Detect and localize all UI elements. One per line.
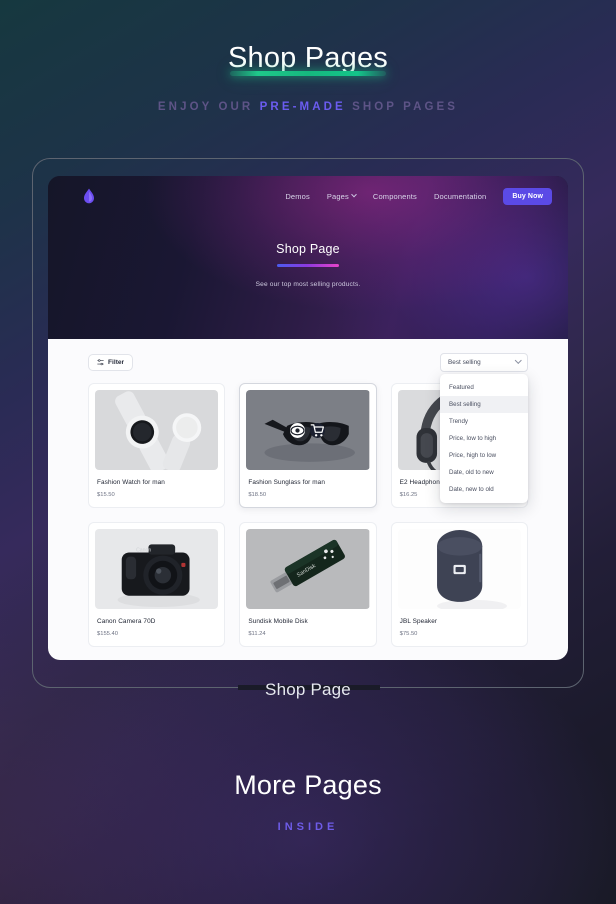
- subtitle-post: SHOP PAGES: [352, 101, 459, 113]
- title-underline-accent: [229, 71, 386, 76]
- product-image-camera: Canon: [95, 529, 219, 609]
- sort-select-wrap: Best selling Featured Best selling Trend…: [440, 352, 528, 503]
- product-image-usb-drive: SanDisk: [246, 529, 370, 609]
- product-card[interactable]: SanDisk Sundisk Mobile Disk $11.24: [239, 522, 377, 647]
- more-pages-title: More Pages: [234, 770, 382, 800]
- product-card[interactable]: Fashion Sunglass for man $18.50: [239, 383, 377, 508]
- cart-icon[interactable]: [310, 422, 326, 438]
- chevron-down-icon: [514, 356, 521, 364]
- sort-select-value: Best selling: [448, 358, 481, 366]
- product-hover-actions: [246, 390, 369, 470]
- page-root: Shop Pages ENJOY OUR PRE-MADE SHOP PAGES…: [0, 0, 616, 904]
- product-image-speaker: [397, 529, 521, 609]
- nav-links: Demos Pages Components Documentation Buy: [285, 187, 552, 205]
- product-name: Canon Camera 70D: [97, 618, 156, 625]
- shop-toolbar: Filter Best selling Featured Best sellin…: [88, 351, 528, 503]
- product-card[interactable]: Canon Canon Camera 70D $155.40: [88, 522, 226, 647]
- product-card[interactable]: JBL Speaker $75.50: [390, 522, 528, 647]
- svg-text:Canon: Canon: [136, 548, 151, 554]
- product-image-sunglasses: [246, 390, 370, 470]
- sort-option-price-high-low[interactable]: Price, high to low: [440, 447, 528, 464]
- nav-item-components-label: Components: [372, 191, 417, 201]
- mockup-screen: Demos Pages Components Documentation Buy: [48, 176, 568, 660]
- product-name: JBL Speaker: [399, 618, 438, 625]
- product-price: $75.50: [399, 631, 418, 637]
- sort-dropdown-menu[interactable]: Featured Best selling Trendy Price, low …: [440, 373, 528, 503]
- site-hero-rule: [277, 264, 339, 267]
- eye-icon[interactable]: [290, 422, 306, 438]
- nav-item-pages-label: Pages: [326, 191, 349, 201]
- nav-item-demos[interactable]: Demos: [285, 192, 310, 201]
- nav-item-pages[interactable]: Pages: [326, 191, 357, 201]
- shop-panel: Filter Best selling Featured Best sellin…: [48, 339, 568, 660]
- product-price: $155.40: [97, 631, 118, 637]
- more-pages-subtitle: INSIDE: [277, 821, 339, 833]
- mockup-caption: Shop Page: [265, 680, 351, 699]
- subtitle-accent: PRE-MADE: [259, 101, 346, 113]
- product-name: Fashion Watch for man: [97, 479, 165, 486]
- sort-option-date-old-new[interactable]: Date, old to new: [440, 464, 528, 481]
- filter-button-label: Filter: [108, 358, 125, 366]
- buy-now-button[interactable]: Buy Now: [503, 187, 552, 205]
- product-card[interactable]: Fashion Watch for man $15.50: [88, 383, 226, 508]
- subtitle-pre: ENJOY OUR: [157, 101, 254, 113]
- product-name: Fashion Sunglass for man: [248, 479, 325, 486]
- page-title: Shop Pages: [228, 40, 388, 76]
- product-name: Sundisk Mobile Disk: [248, 618, 308, 625]
- product-price: $18.50: [248, 492, 267, 498]
- nav-item-documentation[interactable]: Documentation: [434, 192, 486, 201]
- site-hero-subtitle: See our top most selling products.: [255, 280, 361, 288]
- mockup-frame: Shop Page Demos Pages Components Documen…: [32, 158, 584, 699]
- site-hero-text: Shop Page See our top most selling produ…: [48, 242, 568, 288]
- nav-item-documentation-label: Documentation: [433, 191, 487, 201]
- droplet-icon[interactable]: [82, 188, 96, 204]
- page-title-text: Shop Pages: [227, 42, 388, 74]
- site-hero-title: Shop Page: [276, 242, 340, 256]
- chevron-down-icon: [351, 191, 357, 198]
- product-price: $11.24: [248, 631, 266, 637]
- nav-item-demos-label: Demos: [285, 191, 310, 201]
- sort-option-date-new-old[interactable]: Date, new to old: [440, 481, 528, 498]
- sort-option-price-low-high[interactable]: Price, low to high: [440, 430, 528, 447]
- site-hero: Demos Pages Components Documentation Buy: [48, 176, 568, 339]
- filter-button[interactable]: Filter: [88, 353, 134, 371]
- sort-option-featured[interactable]: Featured: [440, 379, 528, 396]
- product-price: $15.50: [97, 492, 115, 498]
- site-navbar: Demos Pages Components Documentation Buy: [48, 176, 568, 216]
- product-image-smartwatch: [95, 390, 219, 470]
- sort-select[interactable]: Best selling: [440, 352, 528, 372]
- nav-item-components[interactable]: Components: [373, 192, 417, 201]
- sliders-icon: [97, 358, 104, 366]
- page-subtitle: ENJOY OUR PRE-MADE SHOP PAGES: [0, 101, 616, 113]
- sort-option-trendy[interactable]: Trendy: [440, 413, 528, 430]
- sort-option-best-selling[interactable]: Best selling: [440, 395, 528, 413]
- more-pages-section: More Pages INSIDE: [0, 770, 616, 833]
- page-hero: Shop Pages ENJOY OUR PRE-MADE SHOP PAGES: [0, 40, 616, 113]
